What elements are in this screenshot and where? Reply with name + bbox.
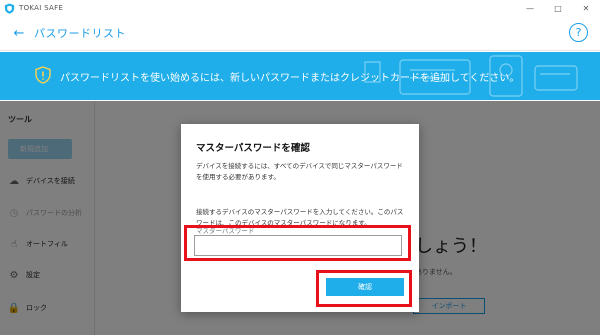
page-header: ← パスワードリスト ? — [0, 16, 600, 51]
dialog-description: デバイスを接続するには、すべてのデバイスで同じマスターパスワードを使用する必要が… — [196, 162, 403, 181]
page-title: パスワードリスト — [34, 27, 126, 40]
minimize-button[interactable]: — — [516, 0, 544, 16]
close-button[interactable]: ✕ — [572, 0, 600, 16]
shield-logo-icon — [4, 2, 15, 14]
back-arrow-icon[interactable]: ← — [12, 26, 26, 41]
window-titlebar: TOKAI SAFE — □ ✕ — [0, 0, 600, 16]
maximize-button[interactable]: □ — [544, 0, 572, 16]
master-password-label: マスターパスワード — [196, 227, 255, 235]
window-controls: — □ ✕ — [516, 0, 600, 16]
master-password-input[interactable] — [194, 235, 402, 256]
app-name: TOKAI SAFE — [19, 4, 64, 12]
shield-warning-icon — [35, 66, 51, 84]
dialog-title: マスターパスワードを確認 — [196, 143, 310, 154]
master-password-dialog: マスターパスワードを確認 デバイスを接続するには、すべてのデバイスで同じマスター… — [181, 124, 419, 312]
banner-text: パスワードリストを使い始めるには、新しいパスワードまたはクレジットカードを追加し… — [60, 73, 520, 84]
help-icon[interactable]: ? — [569, 23, 588, 42]
info-banner: パスワードリストを使い始めるには、新しいパスワードまたはクレジットカードを追加し… — [0, 52, 600, 100]
confirm-button[interactable]: 確認 — [326, 278, 404, 296]
